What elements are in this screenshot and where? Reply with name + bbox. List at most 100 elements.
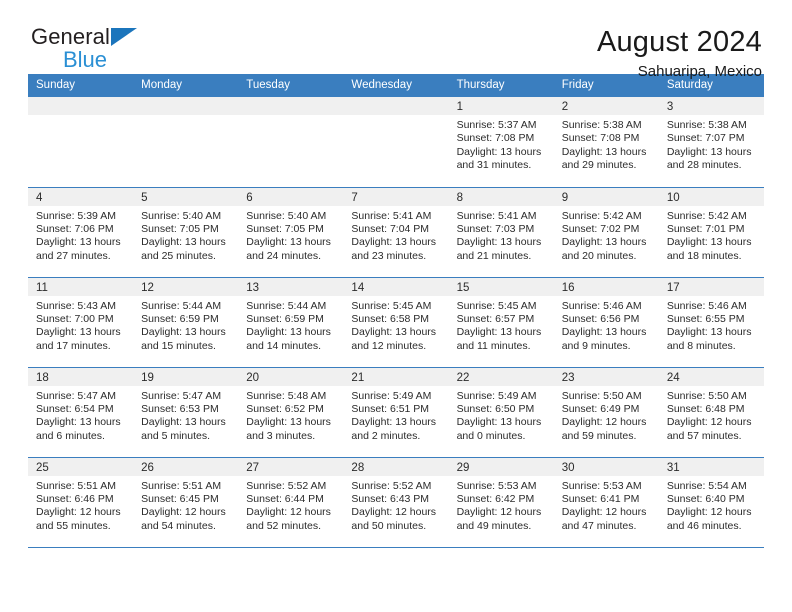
daylight-duration-line2: and 2 minutes. (351, 429, 421, 442)
sunrise-time: Sunrise: 5:45 AM (351, 299, 432, 312)
daylight-duration-line1: Daylight: 12 hours (456, 506, 542, 519)
daylight-duration-line2: and 9 minutes. (561, 339, 631, 352)
calendar-day-cell[interactable]: 18 Sunrise: 5:47 AM Sunset: 6:54 PM Dayligh… (28, 367, 134, 458)
calendar-day-cell[interactable]: 23 Sunrise: 5:50 AM Sunset: 6:49 PM Dayligh… (553, 367, 659, 458)
daylight-duration-line1: Daylight: 13 hours (246, 416, 331, 429)
logo-text-general: General (31, 24, 110, 49)
calendar-day-cell[interactable]: 7 Sunrise: 5:41 AM Sunset: 7:04 PM Daylight… (343, 187, 449, 278)
sunset-time: Sunset: 6:41 PM (561, 492, 640, 505)
calendar-day-cell[interactable]: 24 Sunrise: 5:50 AM Sunset: 6:48 PM Dayligh… (658, 367, 764, 458)
weekday-header-wednesday: Wednesday (343, 74, 449, 97)
calendar-day-cell[interactable]: 16 Sunrise: 5:46 AM Sunset: 6:56 PM Dayligh… (553, 277, 659, 368)
daylight-duration-line1: Daylight: 13 hours (141, 416, 226, 429)
calendar-day-cell[interactable]: 22 Sunrise: 5:49 AM Sunset: 6:50 PM Dayligh… (448, 367, 554, 458)
sunrise-time: Sunrise: 5:42 AM (561, 209, 642, 222)
calendar-day-cell[interactable]: 31 Sunrise: 5:54 AM Sunset: 6:40 PM Dayligh… (658, 457, 764, 548)
daylight-duration-line1: Daylight: 13 hours (246, 326, 331, 339)
sunset-time: Sunset: 6:59 PM (246, 312, 324, 325)
day-sun-info: Sunrise: 5:45 AM Sunset: 6:58 PM Daylight:… (343, 296, 448, 354)
general-blue-logo[interactable]: General Blue (28, 26, 137, 71)
sunset-time: Sunset: 6:59 PM (141, 312, 219, 325)
sunset-time: Sunset: 6:53 PM (141, 402, 219, 415)
sunrise-time: Sunrise: 5:47 AM (36, 389, 116, 402)
calendar-day-cell[interactable]: 2 Sunrise: 5:38 AM Sunset: 7:08 PM Daylight… (553, 97, 659, 188)
calendar-day-cell[interactable]: 11 Sunrise: 5:43 AM Sunset: 7:00 PM Dayligh… (28, 277, 134, 368)
daylight-duration-line1: Daylight: 12 hours (141, 506, 226, 519)
daylight-duration-line2: and 50 minutes. (351, 519, 427, 532)
calendar-day-cell[interactable]: 29 Sunrise: 5:53 AM Sunset: 6:42 PM Dayligh… (448, 457, 554, 548)
calendar-day-cell[interactable]: 21 Sunrise: 5:49 AM Sunset: 6:51 PM Dayligh… (343, 367, 449, 458)
calendar-day-cell[interactable]: 4 Sunrise: 5:39 AM Sunset: 7:06 PM Daylight… (28, 187, 134, 278)
sunset-time: Sunset: 6:49 PM (561, 402, 640, 415)
sunset-time: Sunset: 6:55 PM (666, 312, 745, 325)
daylight-duration-line1: Daylight: 13 hours (666, 236, 752, 249)
calendar-day-cell-empty (28, 97, 134, 188)
daylight-duration-line2: and 24 minutes. (246, 249, 321, 262)
day-number (133, 97, 239, 115)
day-number: 20 (238, 367, 344, 386)
sunset-time: Sunset: 6:58 PM (351, 312, 430, 325)
daylight-duration-line2: and 29 minutes. (561, 159, 637, 172)
calendar-day-cell[interactable]: 9 Sunrise: 5:42 AM Sunset: 7:02 PM Daylight… (553, 187, 659, 278)
calendar-day-cell[interactable]: 28 Sunrise: 5:52 AM Sunset: 6:43 PM Dayligh… (343, 457, 449, 548)
sunrise-time: Sunrise: 5:40 AM (246, 209, 327, 222)
calendar-day-cell[interactable]: 14 Sunrise: 5:45 AM Sunset: 6:58 PM Dayligh… (343, 277, 449, 368)
day-number: 4 (28, 187, 134, 206)
calendar-day-cell[interactable]: 8 Sunrise: 5:41 AM Sunset: 7:03 PM Daylight… (448, 187, 554, 278)
calendar-day-cell[interactable]: 10 Sunrise: 5:42 AM Sunset: 7:01 PM Dayligh… (658, 187, 764, 278)
daylight-duration-line2: and 12 minutes. (351, 339, 427, 352)
day-sun-info: Sunrise: 5:47 AM Sunset: 6:53 PM Daylight:… (133, 386, 238, 444)
sunrise-time: Sunrise: 5:41 AM (456, 209, 537, 222)
calendar-day-cell[interactable]: 3 Sunrise: 5:38 AM Sunset: 7:07 PM Daylight… (658, 97, 764, 188)
sunset-time: Sunset: 6:54 PM (36, 402, 114, 415)
calendar-page: General Blue August 2024 Sahuaripa, Mexi… (0, 0, 792, 612)
sunrise-time: Sunrise: 5:51 AM (36, 479, 116, 492)
day-number: 16 (553, 277, 659, 296)
day-number (238, 97, 344, 115)
sunset-time: Sunset: 7:08 PM (561, 132, 640, 145)
daylight-duration-line2: and 54 minutes. (141, 519, 216, 532)
calendar-day-cell[interactable]: 6 Sunrise: 5:40 AM Sunset: 7:05 PM Daylight… (238, 187, 344, 278)
daylight-duration-line2: and 18 minutes. (666, 249, 742, 262)
calendar-day-cell[interactable]: 19 Sunrise: 5:47 AM Sunset: 6:53 PM Dayligh… (133, 367, 239, 458)
blue-triangle-icon (110, 28, 137, 46)
calendar-day-cell[interactable]: 26 Sunrise: 5:51 AM Sunset: 6:45 PM Dayligh… (133, 457, 239, 548)
day-number: 18 (28, 367, 134, 386)
day-number: 8 (448, 187, 554, 206)
daylight-duration-line1: Daylight: 13 hours (456, 236, 542, 249)
daylight-duration-line1: Daylight: 13 hours (666, 145, 752, 158)
day-sun-info: Sunrise: 5:48 AM Sunset: 6:52 PM Daylight:… (238, 386, 343, 444)
sunrise-time: Sunrise: 5:40 AM (141, 209, 222, 222)
weekday-header-thursday: Thursday (448, 74, 554, 97)
calendar-day-cell[interactable]: 15 Sunrise: 5:45 AM Sunset: 6:57 PM Dayligh… (448, 277, 554, 368)
calendar-day-cell[interactable]: 25 Sunrise: 5:51 AM Sunset: 6:46 PM Dayligh… (28, 457, 134, 548)
calendar-day-cell[interactable]: 12 Sunrise: 5:44 AM Sunset: 6:59 PM Dayligh… (133, 277, 239, 368)
day-number: 9 (553, 187, 659, 206)
calendar-day-cell[interactable]: 20 Sunrise: 5:48 AM Sunset: 6:52 PM Dayligh… (238, 367, 344, 458)
day-sun-info: Sunrise: 5:38 AM Sunset: 7:08 PM Daylight:… (554, 115, 659, 173)
day-sun-info: Sunrise: 5:52 AM Sunset: 6:43 PM Daylight:… (343, 476, 448, 534)
calendar-day-cell[interactable]: 13 Sunrise: 5:44 AM Sunset: 6:59 PM Dayligh… (238, 277, 344, 368)
daylight-duration-line1: Daylight: 13 hours (351, 326, 437, 339)
sunset-time: Sunset: 6:44 PM (246, 492, 324, 505)
day-sun-info: Sunrise: 5:38 AM Sunset: 7:07 PM Daylight:… (659, 115, 764, 173)
sunset-time: Sunset: 7:05 PM (246, 222, 324, 235)
calendar-day-cell[interactable]: 17 Sunrise: 5:46 AM Sunset: 6:55 PM Dayligh… (658, 277, 764, 368)
sunrise-time: Sunrise: 5:38 AM (666, 119, 747, 131)
day-number: 10 (658, 187, 764, 206)
daylight-duration-line2: and 11 minutes. (456, 339, 531, 352)
sunset-time: Sunset: 6:48 PM (666, 402, 745, 415)
daylight-duration-line2: and 14 minutes. (246, 339, 321, 352)
calendar-day-cell-empty (343, 97, 449, 188)
calendar-day-cell[interactable]: 1 Sunrise: 5:37 AM Sunset: 7:08 PM Daylight… (448, 97, 554, 188)
day-number: 31 (658, 457, 764, 476)
day-number: 26 (133, 457, 239, 476)
daylight-duration-line2: and 3 minutes. (246, 429, 316, 442)
calendar-day-cell[interactable]: 27 Sunrise: 5:52 AM Sunset: 6:44 PM Dayligh… (238, 457, 344, 548)
day-number (28, 97, 134, 115)
sunrise-time: Sunrise: 5:52 AM (351, 479, 432, 492)
calendar-day-cell[interactable]: 5 Sunrise: 5:40 AM Sunset: 7:05 PM Daylight… (133, 187, 239, 278)
sunset-time: Sunset: 7:06 PM (36, 222, 114, 235)
calendar-day-cell[interactable]: 30 Sunrise: 5:53 AM Sunset: 6:41 PM Dayligh… (553, 457, 659, 548)
day-number: 25 (28, 457, 134, 476)
